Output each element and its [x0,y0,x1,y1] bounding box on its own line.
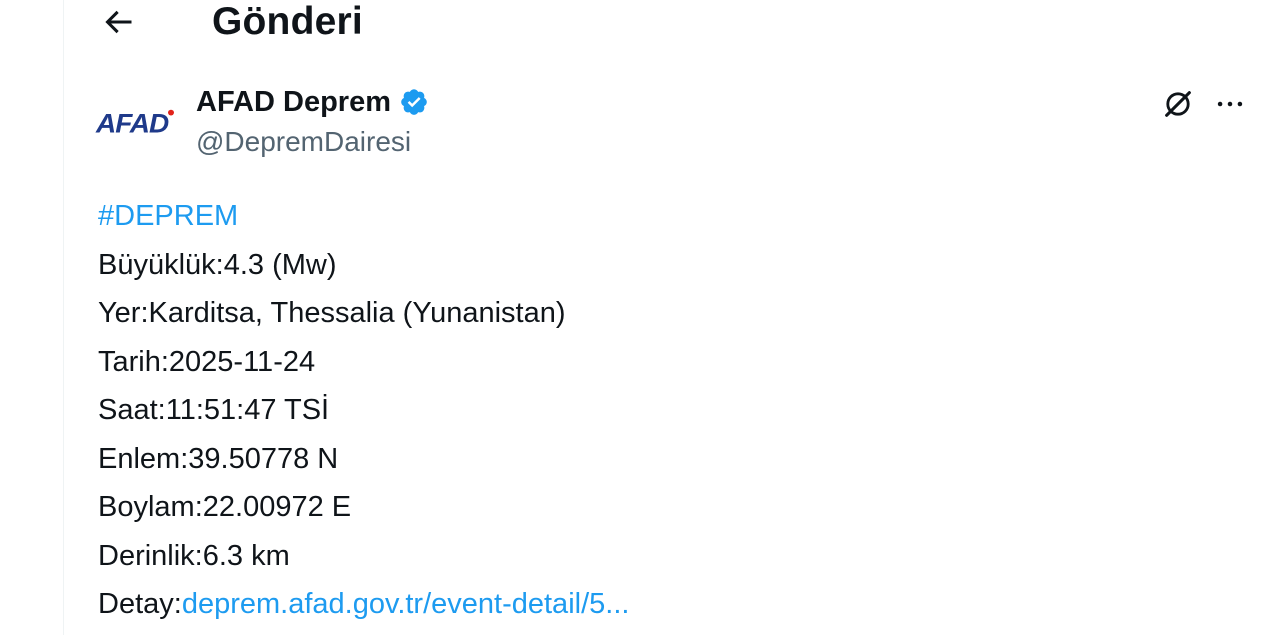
page-title: Gönderi [212,0,363,43]
more-button[interactable] [1208,84,1252,124]
author-name[interactable]: AFAD Deprem [196,86,391,119]
latitude-line: Enlem:39.50778 N [98,442,339,475]
verified-badge-icon[interactable] [399,87,429,117]
page-header: Gönderi [64,0,1280,48]
author-block: AFAD Deprem @DepremDairesi [196,82,429,158]
location-line: Yer:Karditsa, Thessalia (Yunanistan) [98,297,566,329]
grok-icon [1165,91,1191,117]
more-horizontal-icon [1217,101,1243,107]
author-handle[interactable]: @DepremDairesi [196,126,429,158]
detail-line: Detay:deprem.afad.gov.tr/event-detail/5.… [98,580,629,629]
logo-dot [168,109,175,116]
date-line: Tarih:2025-11-24 [98,345,316,378]
time-line: Saat:11:51:47 TSİ [98,394,330,426]
longitude-line: Boylam:22.00972 E [98,491,352,523]
tweet-line: #DEPREM [98,192,629,241]
afad-logo: AFAD [96,108,175,139]
tweet-text: #DEPREM Büyüklük:4.3 (Mw) Yer:Karditsa, … [98,192,629,629]
avatar-logo-text: AFAD [96,108,169,139]
depth-line: Derinlik:6.3 km [98,539,290,572]
grok-button[interactable] [1156,84,1200,124]
hashtag-link[interactable]: #DEPREM [98,200,238,232]
column-divider [63,0,64,635]
author-name-row: AFAD Deprem [196,82,429,122]
detail-label: Detay: [98,588,182,620]
arrow-left-icon [105,10,132,34]
post-page: Gönderi AFAD AFAD Deprem @DepremDairesi [0,0,1280,635]
magnitude-line: Büyüklük:4.3 (Mw) [98,248,337,281]
back-button[interactable] [96,2,140,42]
detail-link[interactable]: deprem.afad.gov.tr/event-detail/5... [182,588,630,620]
avatar[interactable]: AFAD [96,96,180,152]
